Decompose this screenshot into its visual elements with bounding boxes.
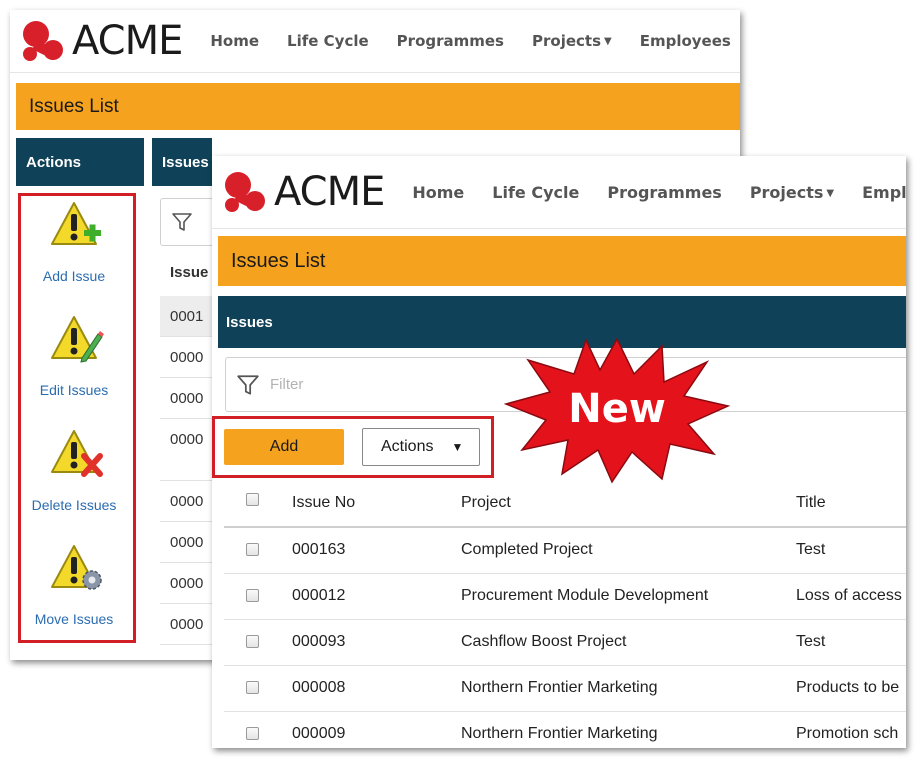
project-cell: Completed Project bbox=[461, 541, 593, 558]
nav-projects[interactable]: Projects ▼ bbox=[532, 32, 612, 50]
new-actions-highlight bbox=[212, 416, 494, 478]
issues-header-label: Issues bbox=[162, 153, 209, 171]
nav-programmes[interactable]: Programmes bbox=[397, 32, 504, 50]
table-row[interactable]: 000093 Cashflow Boost Project Test bbox=[224, 619, 906, 666]
project-cell: Northern Frontier Marketing bbox=[461, 725, 658, 742]
issue-no-cell: 000008 bbox=[292, 679, 346, 696]
col-issue-no[interactable]: Issue No bbox=[292, 480, 355, 526]
table-row[interactable]: 000009 Northern Frontier Marketing Promo… bbox=[224, 711, 906, 748]
nav-projects[interactable]: Projects ▼ bbox=[750, 183, 834, 202]
title-cell: Products to be bbox=[796, 679, 900, 696]
table-row[interactable]: 000008 Northern Frontier Marketing Produ… bbox=[224, 665, 906, 712]
row-checkbox[interactable] bbox=[246, 727, 259, 740]
actions-header-label: Actions bbox=[26, 153, 82, 171]
page-title: Issues List bbox=[231, 249, 326, 272]
title-cell: Loss of access bbox=[796, 587, 902, 604]
acme-logo-icon bbox=[225, 172, 265, 212]
issue-no-cell: 000009 bbox=[292, 725, 346, 742]
nav-projects-label: Projects bbox=[749, 182, 824, 202]
nav-employees[interactable]: Employees bbox=[640, 32, 731, 50]
project-cell: Cashflow Boost Project bbox=[461, 633, 627, 650]
page-title: Issues List bbox=[29, 95, 119, 117]
acme-logo-icon bbox=[23, 21, 63, 61]
filter-icon bbox=[237, 374, 259, 395]
new-ui-screenshot: ACME Home Life Cycle Programmes Projects… bbox=[212, 156, 906, 748]
table-row[interactable]: 000012 Procurement Module Development Lo… bbox=[224, 573, 906, 620]
title-cell: Promotion sch bbox=[796, 725, 899, 742]
brand-name: ACME bbox=[72, 18, 183, 64]
col-project[interactable]: Project bbox=[461, 480, 511, 526]
acme-logo[interactable]: ACME bbox=[18, 18, 183, 64]
acme-logo[interactable]: ACME bbox=[220, 169, 385, 215]
brand-name: ACME bbox=[274, 169, 385, 215]
nav-home[interactable]: Home bbox=[412, 183, 464, 202]
row-checkbox[interactable] bbox=[246, 635, 259, 648]
old-actions-highlight bbox=[18, 193, 136, 643]
nav-life-cycle[interactable]: Life Cycle bbox=[287, 32, 369, 50]
issues-panel-header: Issues bbox=[152, 138, 212, 186]
issue-no-cell: 000093 bbox=[292, 633, 346, 650]
row-checkbox[interactable] bbox=[246, 543, 259, 556]
caret-down-icon: ▼ bbox=[826, 187, 835, 199]
page-title-bar: Issues List bbox=[16, 83, 740, 130]
table-row[interactable]: 000163 Completed Project Test bbox=[224, 527, 906, 574]
title-cell: Test bbox=[796, 541, 826, 558]
row-checkbox[interactable] bbox=[246, 589, 259, 602]
caret-down-icon: ▼ bbox=[604, 36, 612, 47]
project-cell: Northern Frontier Marketing bbox=[461, 679, 658, 696]
select-all-checkbox[interactable] bbox=[246, 493, 259, 506]
nav-programmes[interactable]: Programmes bbox=[607, 183, 721, 202]
filter-input[interactable]: Filter bbox=[270, 376, 303, 393]
top-navbar: ACME Home Life Cycle Programmes Projects… bbox=[10, 10, 740, 73]
actions-panel-header: Actions bbox=[16, 138, 144, 186]
row-checkbox[interactable] bbox=[246, 681, 259, 694]
top-navbar: ACME Home Life Cycle Programmes Projects… bbox=[212, 156, 906, 229]
nav-life-cycle[interactable]: Life Cycle bbox=[492, 183, 579, 202]
table-header: Issue No Project Title bbox=[224, 480, 906, 528]
issues-header-label: Issues bbox=[226, 313, 273, 331]
project-cell: Procurement Module Development bbox=[461, 587, 709, 604]
page-title-bar: Issues List bbox=[218, 236, 906, 286]
new-badge: New bbox=[502, 334, 732, 484]
nav-projects-label: Projects bbox=[532, 32, 602, 50]
filter-icon bbox=[172, 213, 192, 231]
issue-no-cell: 000163 bbox=[292, 541, 346, 558]
old-issue-col-header: Issue bbox=[170, 264, 209, 281]
nav-home[interactable]: Home bbox=[210, 32, 259, 50]
nav-employees[interactable]: Employees bbox=[862, 183, 906, 202]
col-title[interactable]: Title bbox=[796, 480, 826, 526]
new-badge-text: New bbox=[568, 386, 666, 432]
issue-no-cell: 000012 bbox=[292, 587, 346, 604]
title-cell: Test bbox=[796, 633, 826, 650]
